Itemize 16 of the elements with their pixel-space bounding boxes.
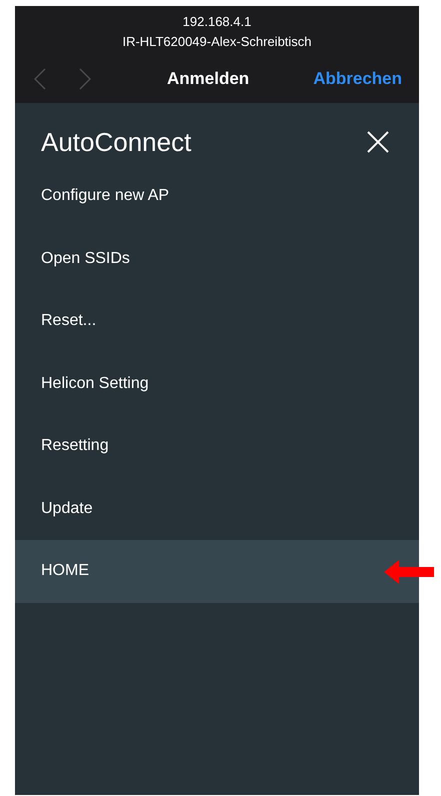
- back-icon[interactable]: [34, 68, 46, 90]
- page-title: Anmelden: [167, 69, 250, 89]
- close-icon[interactable]: [367, 131, 389, 153]
- menu-title: AutoConnect: [41, 126, 192, 158]
- cancel-button[interactable]: Abbrechen: [313, 69, 402, 89]
- menu-item[interactable]: HOME: [15, 540, 419, 602]
- menu-item[interactable]: Helicon Setting: [15, 352, 419, 415]
- menu-item[interactable]: Reset...: [15, 290, 419, 352]
- menu-item[interactable]: Configure new AP: [15, 165, 419, 228]
- network-name: IR-HLT620049-Alex-Schreibtisch: [122, 34, 312, 50]
- menu-item[interactable]: Resetting: [15, 415, 419, 478]
- forward-icon[interactable]: [79, 68, 91, 90]
- arrow-icon: [384, 560, 434, 584]
- address-text: 192.168.4.1: [182, 14, 252, 30]
- menu-item[interactable]: Open SSIDs: [15, 228, 419, 290]
- menu-item[interactable]: Update: [15, 478, 419, 540]
